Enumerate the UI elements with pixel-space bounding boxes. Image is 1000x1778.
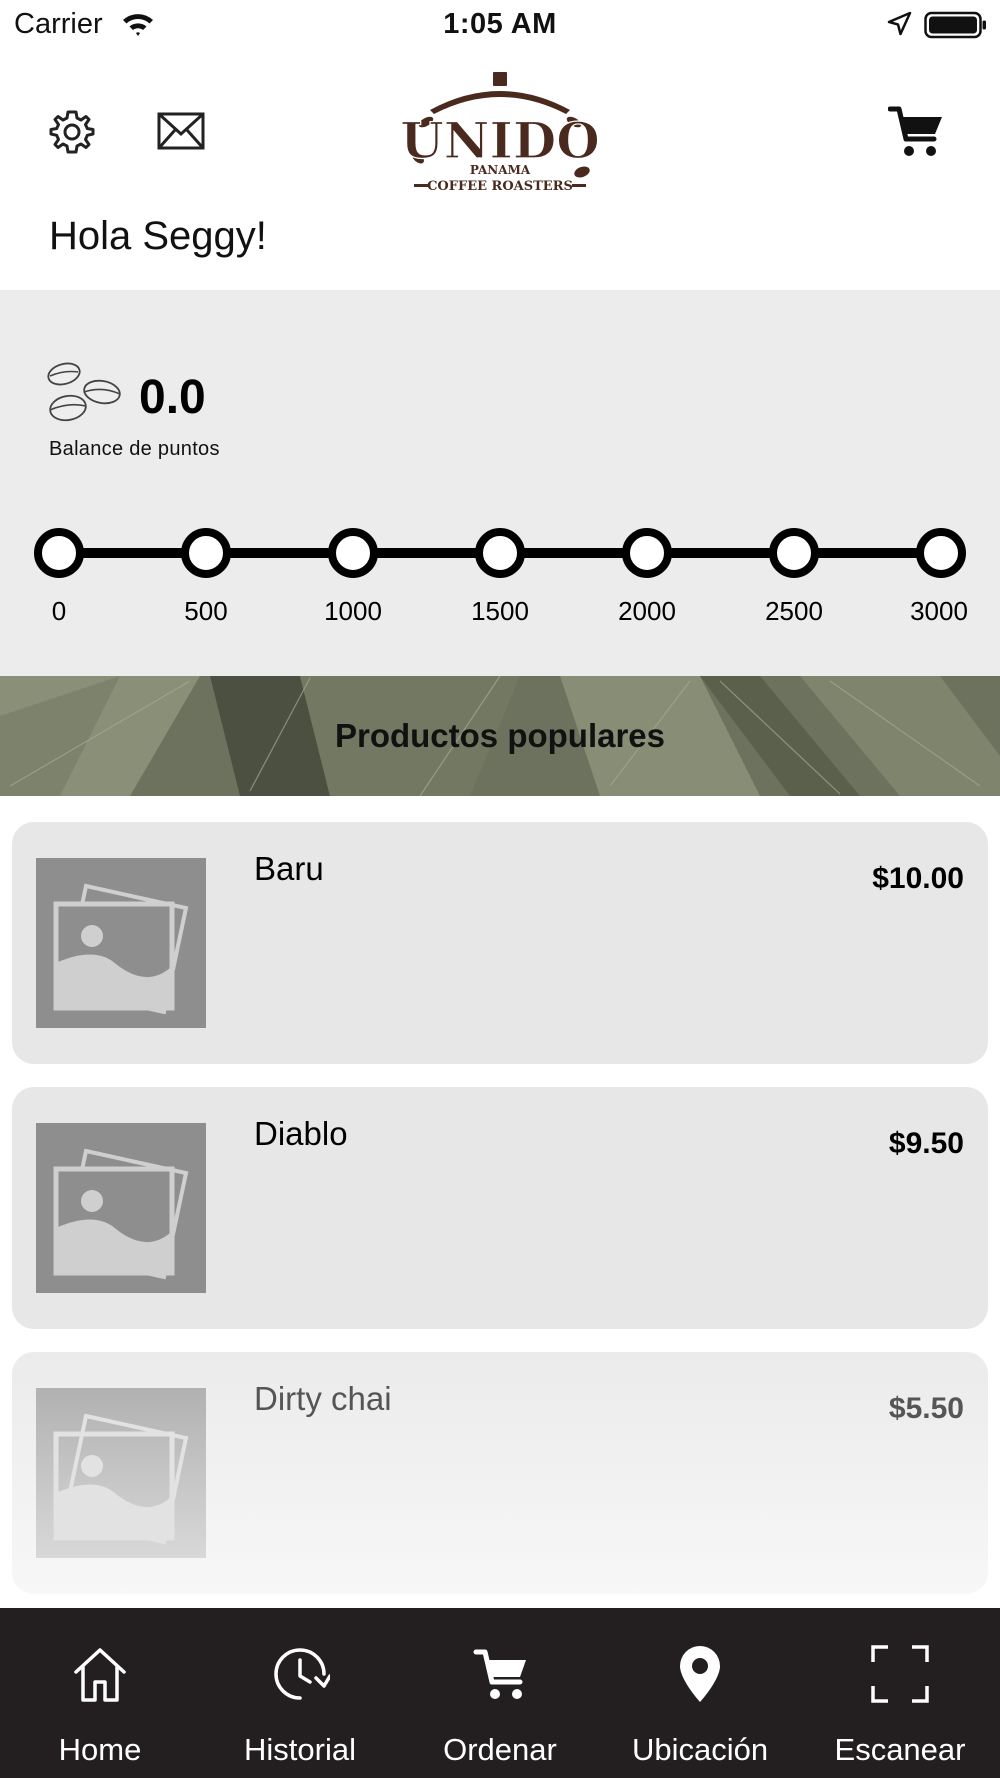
product-name: Dirty chai [254, 1380, 392, 1417]
points-panel: 0.0 Balance de puntos 0 500 1000 1500 20… [0, 290, 1000, 676]
points-value: 0.0 [139, 371, 206, 424]
tab-label: Escanear [834, 1732, 966, 1767]
location-arrow-icon [887, 11, 912, 36]
points-progress-track [34, 518, 966, 598]
product-image-placeholder [36, 1123, 206, 1293]
logo-country: PANAMA [470, 163, 531, 177]
tab-historial[interactable]: Historial [200, 1608, 400, 1778]
tab-home[interactable]: Home [0, 1608, 200, 1778]
milestone-label: 3000 [910, 596, 968, 626]
product-image-placeholder [36, 858, 206, 1028]
image-placeholder-icon [53, 1413, 189, 1545]
milestone-marker [34, 528, 84, 578]
product-card[interactable]: Diablo $9.50 [12, 1087, 988, 1329]
logo-brand: UNIDO [400, 111, 600, 170]
product-price: $9.50 [888, 1127, 964, 1160]
battery-icon [924, 11, 986, 39]
product-card[interactable]: Dirty chai $5.50 [12, 1352, 988, 1594]
app-header: UNIDO PANAMA COFFEE ROASTERS [0, 60, 1000, 210]
milestone-label: 1500 [471, 596, 529, 626]
milestone-label: 0 [51, 596, 67, 626]
milestone-marker [181, 528, 231, 578]
milestone-label: 2000 [618, 596, 676, 626]
milestone-label: 1000 [324, 596, 382, 626]
tab-label: Ubicación [631, 1732, 769, 1767]
history-icon [274, 1648, 330, 1700]
milestone-marker [328, 528, 378, 578]
milestone-marker [916, 528, 966, 578]
product-name: Baru [254, 850, 324, 887]
milestone-label: 500 [184, 596, 228, 626]
bottom-tab-bar: Home Historial Ordenar Ubicación Escanea… [0, 1608, 1000, 1778]
home-icon [74, 1648, 126, 1702]
cart-icon [473, 1649, 526, 1699]
product-price: $10.00 [872, 862, 964, 895]
product-price: $5.50 [888, 1392, 964, 1425]
product-card[interactable]: Baru $10.00 [12, 822, 988, 1064]
cart-icon[interactable] [888, 105, 944, 159]
status-time: 1:05 AM [443, 8, 557, 40]
mail-icon[interactable] [157, 112, 205, 150]
milestone-marker [622, 528, 672, 578]
status-bar: Carrier 1:05 AM [0, 0, 1000, 50]
location-pin-icon [680, 1646, 720, 1702]
milestone-marker [475, 528, 525, 578]
tab-label: Ordenar [443, 1732, 557, 1767]
tab-ordenar[interactable]: Ordenar [400, 1608, 600, 1778]
tab-escanear[interactable]: Escanear [800, 1608, 1000, 1778]
image-placeholder-icon [53, 883, 189, 1015]
points-label: Balance de puntos [49, 438, 220, 460]
image-placeholder-icon [53, 1148, 189, 1280]
milestone-marker [769, 528, 819, 578]
coffee-beans-icon [47, 362, 121, 422]
tab-ubicacion[interactable]: Ubicación [600, 1608, 800, 1778]
product-image-placeholder [36, 1388, 206, 1558]
product-name: Diablo [254, 1115, 348, 1152]
gear-icon[interactable] [49, 109, 95, 155]
tab-label: Home [58, 1732, 142, 1767]
greeting: Hola Seggy! [49, 214, 267, 258]
tab-label: Historial [244, 1732, 356, 1767]
logo-tagline: COFFEE ROASTERS [427, 179, 573, 194]
popular-products-banner: Productos populares [0, 676, 1000, 796]
milestone-label: 2500 [765, 596, 823, 626]
unido-logo: UNIDO PANAMA COFFEE ROASTERS [400, 70, 600, 200]
banner-title: Productos populares [334, 717, 666, 754]
scan-icon [871, 1645, 929, 1703]
